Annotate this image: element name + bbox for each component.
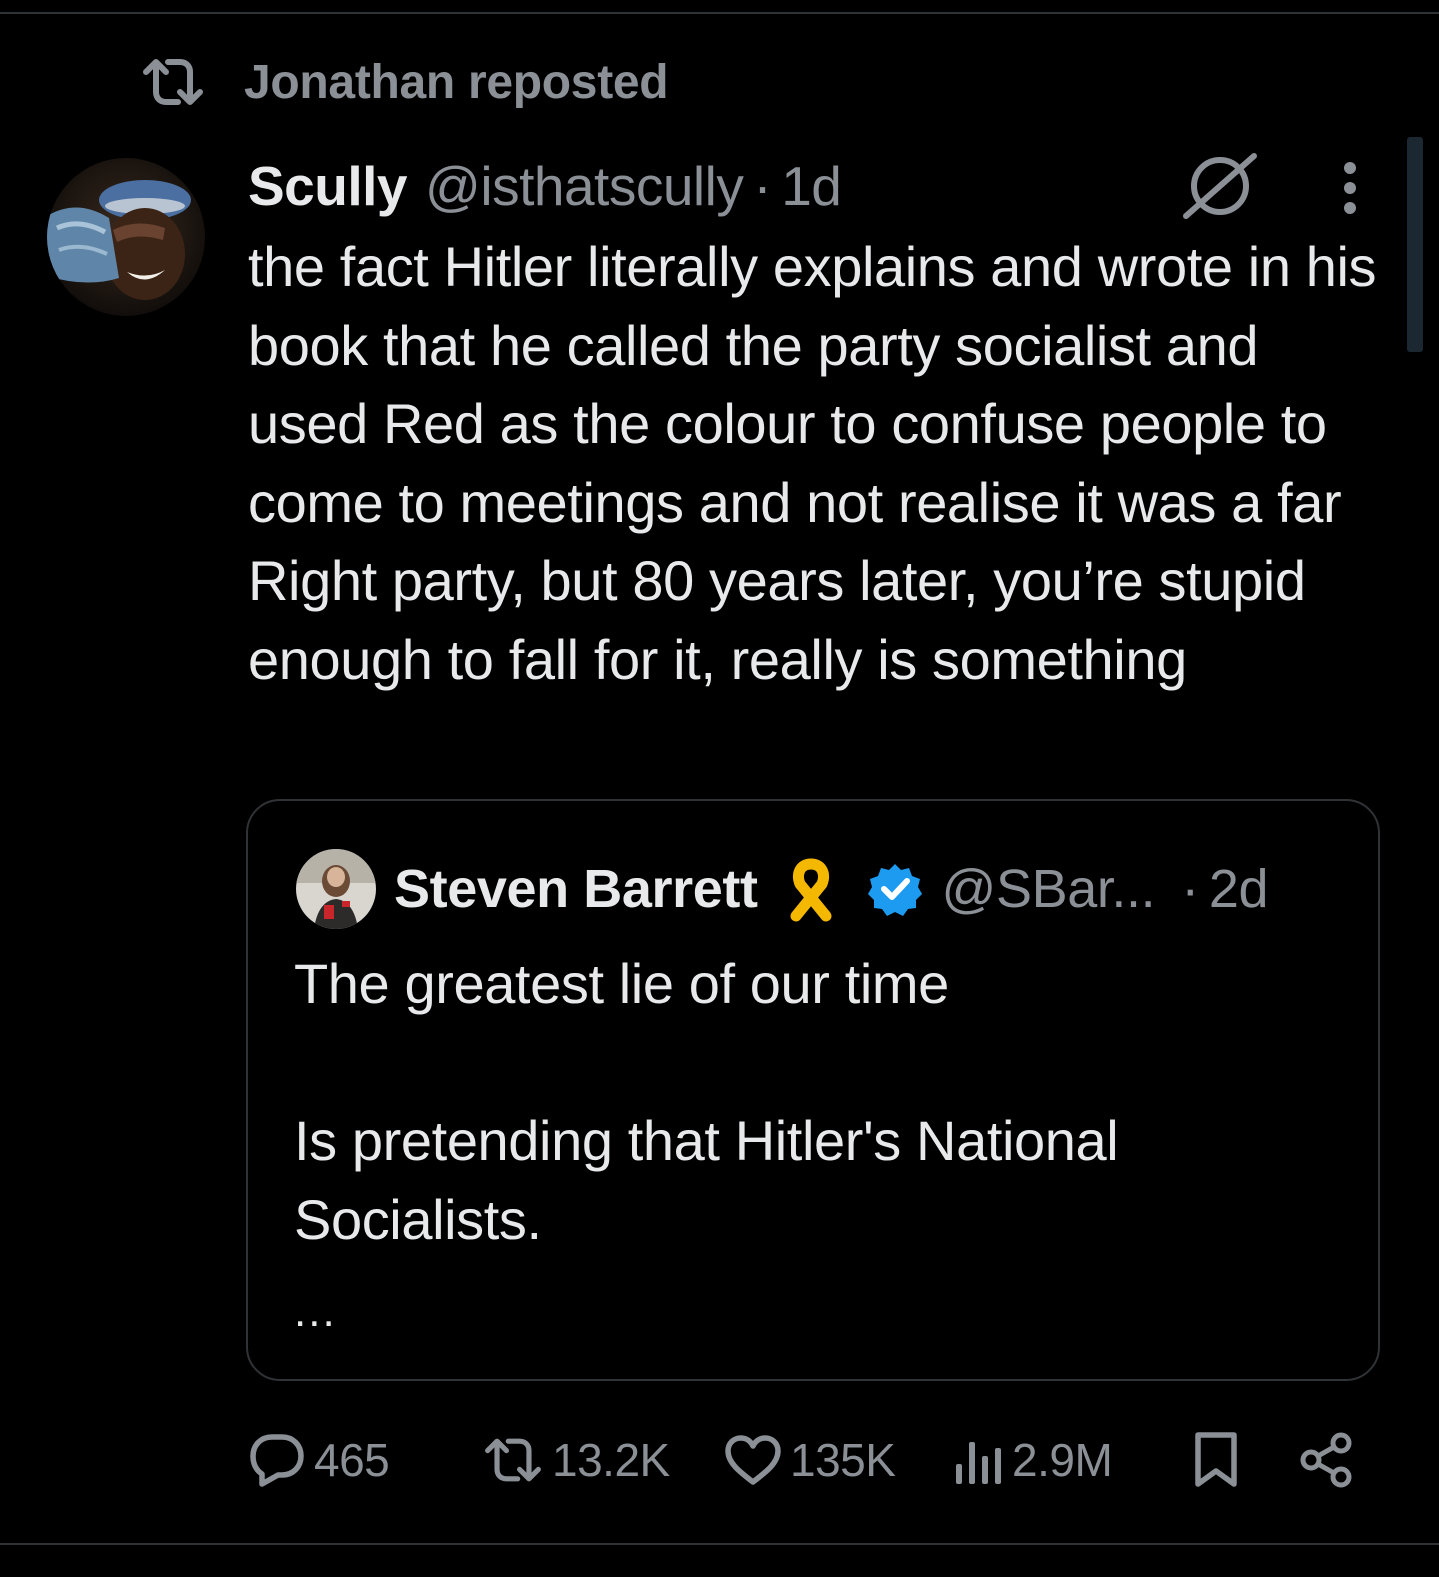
share-icon bbox=[1298, 1432, 1354, 1488]
scrollbar[interactable] bbox=[1407, 137, 1423, 352]
bottom-divider bbox=[0, 1543, 1439, 1545]
quoted-line-1: The greatest lie of our time bbox=[294, 952, 949, 1015]
quoted-author-handle[interactable]: @SBar... bbox=[942, 858, 1156, 920]
quoted-tweet-header: Steven Barrett @SBar... · 2d bbox=[394, 849, 1354, 929]
repost-indicator[interactable]: Jonathan reposted bbox=[140, 52, 669, 112]
heart-icon bbox=[724, 1434, 782, 1486]
repost-icon bbox=[140, 52, 208, 112]
views-button[interactable]: 2.9M bbox=[954, 1420, 1113, 1500]
separator-dot: · bbox=[753, 155, 772, 217]
reply-icon bbox=[248, 1432, 306, 1488]
share-button[interactable] bbox=[1298, 1420, 1354, 1500]
separator-dot: · bbox=[1181, 859, 1199, 919]
show-more-ellipsis[interactable]: ... bbox=[294, 1273, 1334, 1352]
yellow-ribbon-icon bbox=[782, 856, 840, 922]
tweet-timestamp[interactable]: 1d bbox=[781, 154, 842, 218]
more-vertical-icon[interactable] bbox=[1330, 156, 1370, 220]
reply-count: 465 bbox=[314, 1434, 390, 1486]
verified-badge-icon[interactable] bbox=[867, 862, 922, 916]
quoted-tweet-text: The greatest lie of our time Is pretendi… bbox=[294, 945, 1334, 1352]
quoted-author-name[interactable]: Steven Barrett bbox=[394, 858, 758, 920]
author-avatar[interactable] bbox=[47, 158, 205, 316]
top-divider bbox=[0, 12, 1439, 14]
bookmark-icon bbox=[1192, 1431, 1240, 1489]
repost-count: 13.2K bbox=[552, 1434, 670, 1486]
views-count: 2.9M bbox=[1012, 1434, 1113, 1486]
views-chart-icon bbox=[954, 1434, 1004, 1486]
quoted-tweet-card[interactable]: Steven Barrett @SBar... · 2d The greates… bbox=[246, 799, 1380, 1381]
repost-button[interactable]: 13.2K bbox=[482, 1420, 670, 1500]
bookmark-button[interactable] bbox=[1192, 1420, 1240, 1500]
like-count: 135K bbox=[790, 1434, 896, 1486]
action-bar: 465 13.2K 135K 2.9M bbox=[0, 1420, 1439, 1500]
repost-label: Jonathan reposted bbox=[244, 55, 669, 109]
quoted-tweet-timestamp[interactable]: 2d bbox=[1209, 858, 1269, 920]
grok-icon[interactable] bbox=[1180, 148, 1260, 224]
author-handle[interactable]: @isthatscully bbox=[425, 154, 744, 218]
quoted-author-avatar[interactable] bbox=[296, 849, 376, 929]
author-name[interactable]: Scully bbox=[248, 154, 408, 218]
quoted-line-2: Is pretending that Hitler's National Soc… bbox=[294, 1109, 1119, 1251]
reply-button[interactable]: 465 bbox=[248, 1420, 390, 1500]
tweet-text: the fact Hitler literally explains and w… bbox=[248, 235, 1377, 691]
repost-icon bbox=[482, 1435, 544, 1485]
like-button[interactable]: 135K bbox=[724, 1420, 896, 1500]
